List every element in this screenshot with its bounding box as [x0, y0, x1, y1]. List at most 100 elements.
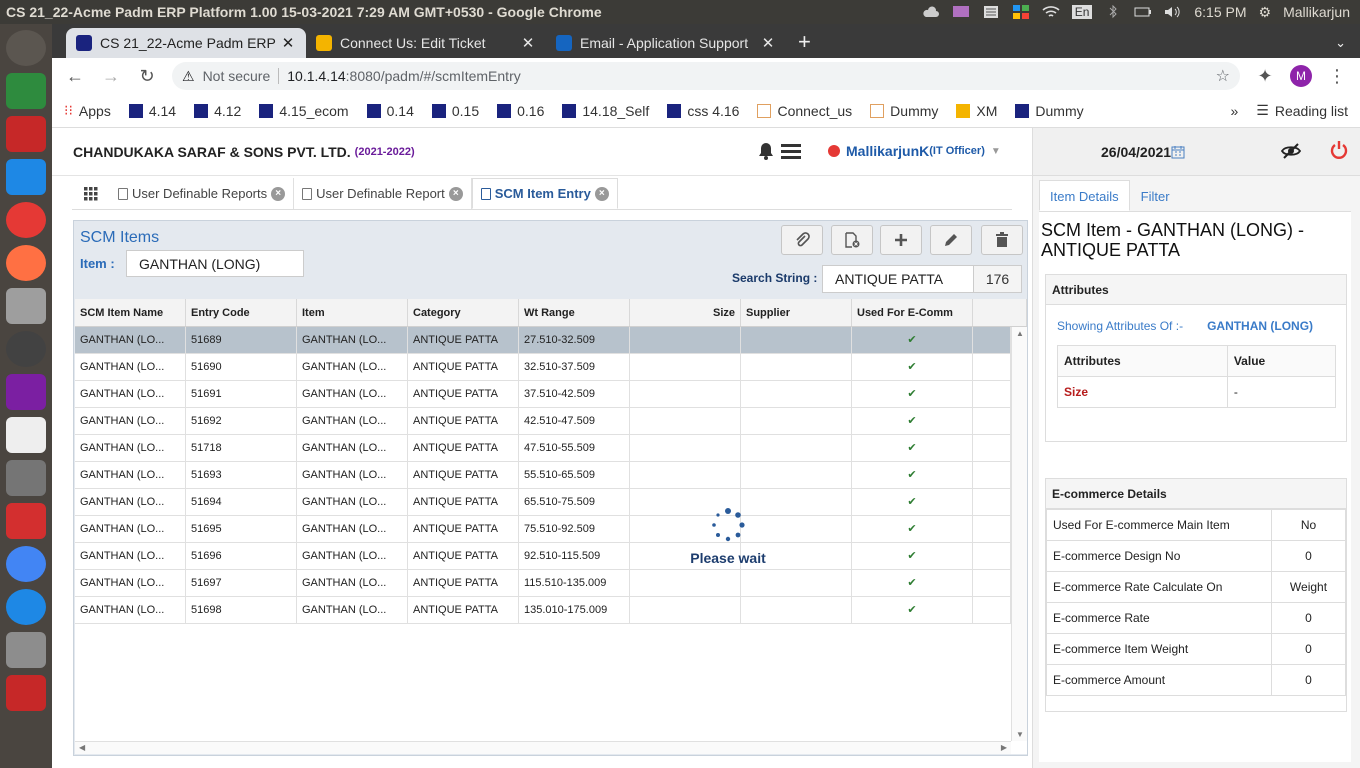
os-user[interactable]: Mallikarjun: [1283, 4, 1350, 20]
close-icon[interactable]: ×: [594, 186, 609, 201]
table-row[interactable]: GANTHAN (LO... 51693 GANTHAN (LO... ANTIQUE…: [75, 462, 1011, 489]
scroll-down-icon[interactable]: ▼: [1016, 730, 1024, 739]
table-row[interactable]: GANTHAN (LO... 51691 GANTHAN (LO... ANTIQUE…: [75, 381, 1011, 408]
forward-icon[interactable]: →: [100, 66, 122, 87]
browser-tab-email[interactable]: Email - Application Support ✕: [546, 28, 786, 58]
profile-avatar[interactable]: M: [1290, 65, 1312, 87]
scroll-up-icon[interactable]: ▲: [1016, 329, 1024, 338]
warning-icon[interactable]: ⚠: [182, 68, 195, 85]
cloud-icon[interactable]: [922, 5, 940, 19]
col-header-wt-range[interactable]: Wt Range: [519, 299, 630, 326]
add-button[interactable]: [880, 225, 922, 255]
bookmark[interactable]: 0.14: [366, 103, 414, 119]
table-row[interactable]: GANTHAN (LO... 51694 GANTHAN (LO... ANTIQUE…: [75, 489, 1011, 516]
close-icon[interactable]: ×: [271, 186, 286, 201]
table-row[interactable]: GANTHAN (LO... 51698 GANTHAN (LO... ANTIQUE…: [75, 597, 1011, 624]
power-icon[interactable]: [1329, 140, 1349, 160]
bookmark[interactable]: 4.12: [194, 103, 241, 119]
vertical-scrollbar[interactable]: ▲ ▼: [1011, 327, 1027, 741]
bookmark[interactable]: css 4.16: [667, 103, 739, 119]
phone-icon[interactable]: [6, 589, 46, 625]
bookmark[interactable]: Connect_us: [757, 103, 852, 119]
chromium-icon[interactable]: [6, 546, 46, 582]
bookmark[interactable]: XM: [956, 103, 997, 119]
screen-icon[interactable]: [952, 5, 970, 19]
spreadsheet-icon[interactable]: [6, 73, 46, 109]
vpn-icon[interactable]: [6, 675, 46, 711]
tab-filter[interactable]: Filter: [1130, 180, 1181, 211]
table-row[interactable]: GANTHAN (LO... 51689 GANTHAN (LO... ANTIQUE…: [75, 327, 1011, 354]
col-header-item[interactable]: Item: [297, 299, 408, 326]
delete-button[interactable]: [981, 225, 1023, 255]
bookmark[interactable]: 0.16: [497, 103, 544, 119]
gear-icon[interactable]: ⚙: [1259, 4, 1272, 21]
wifi-icon[interactable]: [1042, 5, 1060, 19]
item-field[interactable]: GANTHAN (LONG): [126, 250, 304, 277]
bell-icon[interactable]: [758, 142, 774, 160]
table-row[interactable]: GANTHAN (LO... 51697 GANTHAN (LO... ANTIQUE…: [75, 570, 1011, 597]
bookmarks-overflow[interactable]: »: [1230, 103, 1238, 119]
table-row[interactable]: GANTHAN (LO... 51718 GANTHAN (LO... ANTIQUE…: [75, 435, 1011, 462]
table-row[interactable]: GANTHAN (LO... 51692 GANTHAN (LO... ANTIQUE…: [75, 408, 1011, 435]
edit-button[interactable]: [930, 225, 972, 255]
close-icon[interactable]: ✕: [760, 34, 776, 52]
tab-search-icon[interactable]: ⌄: [1335, 28, 1360, 58]
close-icon[interactable]: ×: [448, 186, 463, 201]
close-icon[interactable]: ✕: [280, 34, 296, 52]
col-header-used-for-ecomm[interactable]: Used For E-Comm: [852, 299, 973, 326]
bluetooth-icon[interactable]: [1104, 5, 1122, 19]
browser-tab-ticket[interactable]: Connect Us: Edit Ticket ✕: [306, 28, 546, 58]
close-icon[interactable]: ✕: [520, 34, 536, 52]
new-tab-button[interactable]: +: [786, 28, 823, 58]
extensions-icon[interactable]: ✦: [1254, 66, 1276, 87]
horizontal-scrollbar[interactable]: ◀ ▶: [75, 741, 1011, 754]
tab-scm-item-entry[interactable]: SCM Item Entry ×: [471, 178, 618, 209]
bookmark[interactable]: 0.15: [431, 103, 479, 119]
firefox-icon[interactable]: [6, 245, 46, 281]
anydesk-icon[interactable]: [6, 503, 46, 539]
table-row[interactable]: GANTHAN (LO... 51690 GANTHAN (LO... ANTIQUE…: [75, 354, 1011, 381]
ubuntu-icon[interactable]: [6, 30, 46, 66]
back-icon[interactable]: ←: [64, 66, 86, 87]
eye-slash-icon[interactable]: [1281, 142, 1301, 160]
bookmark[interactable]: Dummy: [1015, 103, 1084, 119]
tab-item-details[interactable]: Item Details: [1039, 180, 1130, 211]
reload-icon[interactable]: ↻: [136, 66, 158, 87]
archive-icon[interactable]: [6, 460, 46, 496]
battery-icon[interactable]: [1134, 5, 1152, 19]
tab-user-definable-reports[interactable]: User Definable Reports ×: [110, 178, 295, 209]
address-bar[interactable]: ⚠ Not secure 10.1.4.14:8080/padm/#/scmIt…: [172, 62, 1240, 90]
video-icon[interactable]: [6, 374, 46, 410]
bookmark[interactable]: 14.18_Self: [562, 103, 649, 119]
current-date[interactable]: 26/04/2021: [1101, 144, 1171, 160]
document-icon[interactable]: [6, 417, 46, 453]
calendar-icon[interactable]: [1171, 145, 1185, 159]
attach-button[interactable]: [781, 225, 823, 255]
bookmark[interactable]: Dummy: [870, 103, 938, 119]
menu-icon[interactable]: [781, 143, 801, 159]
disk-icon[interactable]: [6, 288, 46, 324]
windows-icon[interactable]: [1012, 5, 1030, 19]
col-header-category[interactable]: Category: [408, 299, 519, 326]
remote-desktop-icon[interactable]: [6, 159, 46, 195]
clock[interactable]: 6:15 PM: [1194, 4, 1246, 20]
col-header-scm-item-name[interactable]: SCM Item Name: [75, 299, 186, 326]
not-secure-label[interactable]: Not secure: [203, 68, 271, 84]
tab-user-definable-report[interactable]: User Definable Report ×: [294, 178, 472, 209]
col-header-entry-code[interactable]: Entry Code: [186, 299, 297, 326]
user-menu[interactable]: MallikarjunK (IT Officer) ▼: [828, 143, 1001, 159]
tools-icon[interactable]: [6, 116, 46, 152]
bookmark[interactable]: 4.15_ecom: [259, 103, 349, 119]
table-row[interactable]: GANTHAN (LO... 51696 GANTHAN (LO... ANTIQUE…: [75, 543, 1011, 570]
dvd-icon[interactable]: [6, 331, 46, 367]
col-header-supplier[interactable]: Supplier: [741, 299, 852, 326]
search-string-input[interactable]: ANTIQUE PATTA: [822, 265, 974, 293]
kebab-menu-icon[interactable]: ⋮: [1326, 66, 1348, 87]
list-icon[interactable]: [982, 5, 1000, 19]
bookmark[interactable]: 4.14: [128, 103, 176, 119]
bookmark-star-icon[interactable]: ☆: [1216, 66, 1230, 86]
cancel-document-button[interactable]: [831, 225, 873, 255]
bookmark-apps[interactable]: ⁝⁝ Apps: [64, 102, 111, 119]
keyboard-layout[interactable]: En: [1071, 5, 1093, 19]
browser-tab-erp[interactable]: CS 21_22-Acme Padm ERP Platform 1.00 ✕: [66, 28, 306, 58]
